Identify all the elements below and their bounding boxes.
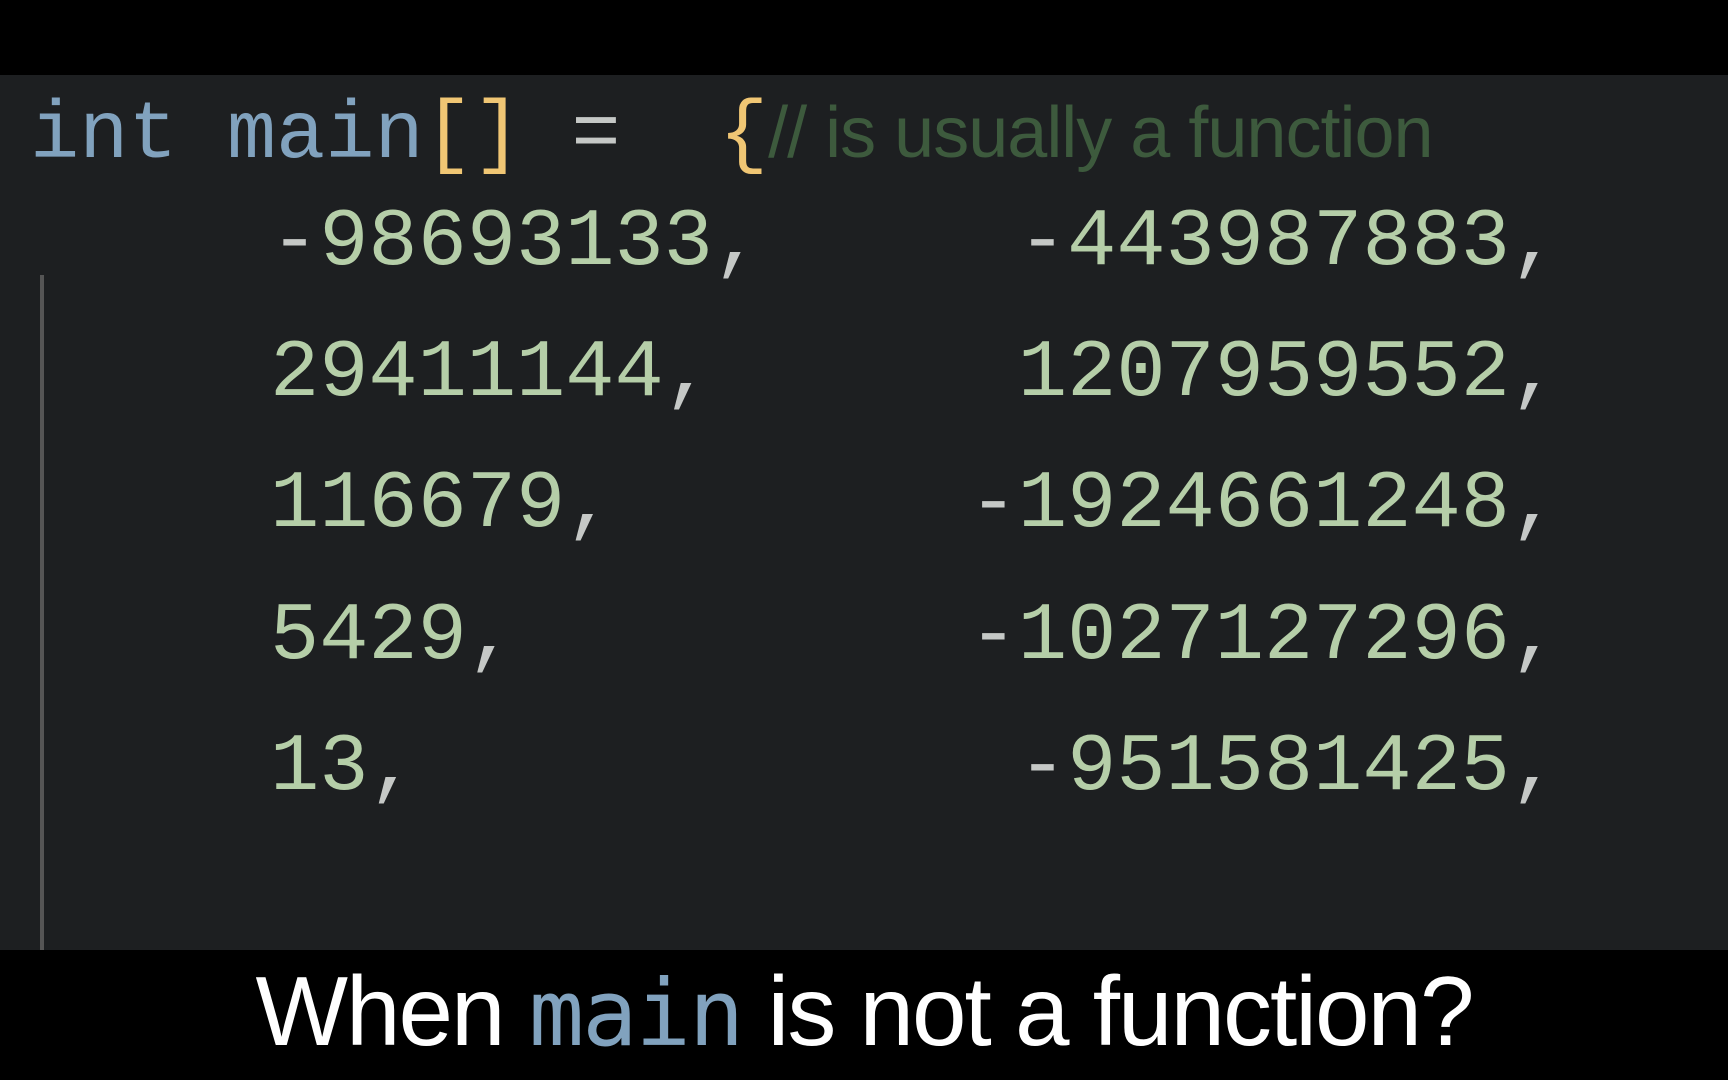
comma: , bbox=[1510, 177, 1570, 308]
code-editor-area: int main[] = {// is usually a function -… bbox=[0, 75, 1728, 950]
array-value: -98693133, bbox=[270, 177, 870, 308]
array-value: 5429, bbox=[270, 571, 870, 702]
array-value: -443987883 bbox=[870, 177, 1510, 308]
array-value: 13, bbox=[270, 702, 870, 833]
data-row: 13,-951581425, bbox=[30, 702, 1698, 833]
data-row: 116679,-1924661248, bbox=[30, 439, 1698, 570]
caption-text: When main is not a function? bbox=[256, 955, 1473, 1068]
caption-pre: When bbox=[256, 956, 529, 1066]
caption-post: is not a function? bbox=[742, 956, 1472, 1066]
array-value: -1027127296 bbox=[870, 571, 1510, 702]
comma: , bbox=[1510, 439, 1570, 570]
array-value: -951581425 bbox=[870, 702, 1510, 833]
comma: , bbox=[1510, 702, 1570, 833]
equals: = bbox=[522, 89, 670, 182]
array-value: -1924661248 bbox=[870, 439, 1510, 570]
data-row: 5429,-1027127296, bbox=[30, 571, 1698, 702]
array-value: 116679, bbox=[270, 439, 870, 570]
comment: // is usually a function bbox=[768, 93, 1432, 173]
top-letterbox bbox=[0, 0, 1728, 75]
array-value: 1207959552 bbox=[870, 308, 1510, 439]
caption-bar: When main is not a function? bbox=[0, 950, 1728, 1080]
open-brace: { bbox=[719, 89, 768, 182]
data-row: -98693133,-443987883, bbox=[30, 177, 1698, 308]
identifier: main bbox=[227, 89, 424, 182]
caption-mono: main bbox=[529, 960, 743, 1067]
indent-guide bbox=[40, 275, 44, 950]
type-keyword: int bbox=[30, 89, 178, 182]
brackets: [] bbox=[424, 89, 522, 182]
data-row: 29411144,1207959552, bbox=[30, 308, 1698, 439]
comma: , bbox=[1510, 308, 1570, 439]
declaration-line: int main[] = {// is usually a function bbox=[30, 95, 1698, 177]
comma: , bbox=[1510, 571, 1570, 702]
array-value: 29411144, bbox=[270, 308, 870, 439]
